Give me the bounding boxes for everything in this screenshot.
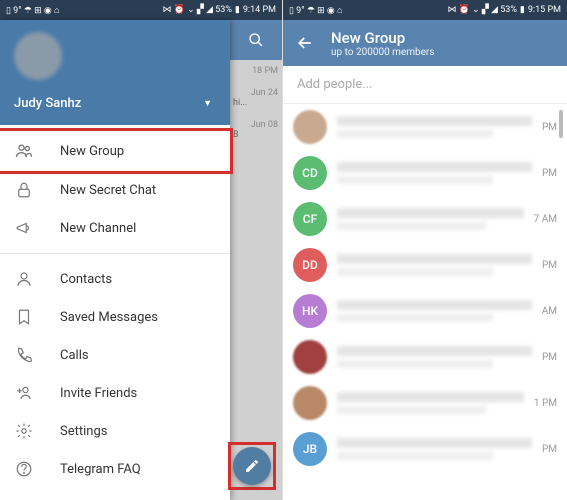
fab-highlight bbox=[228, 442, 276, 490]
megaphone-icon bbox=[14, 219, 34, 237]
contact-status-redacted bbox=[337, 452, 493, 460]
contact-row[interactable]: JB PM bbox=[283, 426, 567, 472]
add-person-icon bbox=[14, 384, 34, 402]
menu-contacts[interactable]: Contacts bbox=[0, 260, 230, 298]
contact-name-redacted bbox=[337, 116, 532, 126]
page-title: New Group bbox=[331, 29, 434, 47]
chat-preview[interactable]: Jun 24hi... bbox=[229, 82, 282, 114]
menu-label: Settings bbox=[60, 424, 107, 439]
contact-time: PM bbox=[542, 444, 557, 455]
right-screen: ▯ 9° ☂ ⊞ ◉ ⌂ ⋈ ⏰ ⌄ ▞ ◢ 53% ▮ 9:15 PM New… bbox=[283, 0, 567, 500]
contact-row[interactable]: PM bbox=[283, 334, 567, 380]
status-bar: ▯ 9° ☂ ⊞ ◉ ⌂ ⋈ ⏰ ⌄ ▞ ◢ 53% ▮ 9:14 PM bbox=[0, 0, 282, 20]
search-icon[interactable] bbox=[229, 20, 282, 60]
scrollbar[interactable] bbox=[559, 110, 563, 138]
contact-time: PM bbox=[542, 168, 557, 179]
lock-icon bbox=[14, 181, 34, 199]
contact-avatar-photo bbox=[293, 386, 327, 420]
contact-time: AM bbox=[542, 306, 557, 317]
contact-status-redacted bbox=[337, 360, 493, 368]
menu-new-group[interactable]: New Group bbox=[0, 128, 233, 174]
chat-preview[interactable]: 18 PM bbox=[229, 60, 282, 82]
add-people-input[interactable]: Add people... bbox=[283, 66, 567, 104]
contact-row[interactable]: DD PM bbox=[283, 242, 567, 288]
contact-time: PM bbox=[542, 260, 557, 271]
contact-time: PM bbox=[542, 352, 557, 363]
menu-label: Telegram FAQ bbox=[60, 462, 141, 477]
bookmark-icon bbox=[14, 308, 34, 326]
contact-name-redacted bbox=[337, 300, 532, 310]
contact-row[interactable]: PM bbox=[283, 104, 567, 150]
contact-time: PM bbox=[542, 122, 557, 133]
contact-avatar-initials: JB bbox=[293, 432, 327, 466]
contact-time: 1 PM bbox=[534, 398, 557, 409]
phone-icon bbox=[14, 346, 34, 364]
menu-label: Invite Friends bbox=[60, 386, 137, 401]
chat-preview[interactable]: Jun 08B bbox=[229, 114, 282, 146]
menu-saved-messages[interactable]: Saved Messages bbox=[0, 298, 230, 336]
menu-label: Calls bbox=[60, 348, 89, 363]
contact-status-redacted bbox=[337, 130, 493, 138]
compose-fab[interactable] bbox=[233, 447, 271, 485]
contact-avatar-photo bbox=[293, 340, 327, 374]
back-arrow-icon[interactable] bbox=[295, 33, 315, 53]
menu-invite-friends[interactable]: Invite Friends bbox=[0, 374, 230, 412]
drawer-menu: New Group New Secret Chat New Channel Co… bbox=[0, 125, 230, 494]
contacts-list[interactable]: PM CD PM CF 7 AM DD PM HK AM PM 1 PM JB PM bbox=[283, 104, 567, 500]
contact-row[interactable]: 1 PM bbox=[283, 380, 567, 426]
contact-status-redacted bbox=[337, 222, 486, 230]
user-avatar[interactable] bbox=[14, 32, 62, 80]
person-icon bbox=[14, 270, 34, 288]
help-icon bbox=[14, 460, 34, 478]
contact-status-redacted bbox=[337, 176, 493, 184]
menu-label: Contacts bbox=[60, 272, 112, 287]
menu-label: New Secret Chat bbox=[60, 183, 156, 198]
menu-telegram-faq[interactable]: Telegram FAQ bbox=[0, 450, 230, 488]
menu-label: New Channel bbox=[60, 221, 136, 236]
menu-label: New Group bbox=[60, 144, 124, 159]
menu-calls[interactable]: Calls bbox=[0, 336, 230, 374]
status-bar: ▯ 9° ☂ ⊞ ◉ ⌂ ⋈ ⏰ ⌄ ▞ ◢ 53% ▮ 9:15 PM bbox=[283, 0, 567, 20]
page-subtitle: up to 200000 members bbox=[331, 47, 434, 58]
contact-name-redacted bbox=[337, 162, 532, 172]
contact-name-redacted bbox=[337, 438, 532, 448]
drawer-header[interactable]: Judy Sanhz ▼ bbox=[0, 20, 230, 125]
menu-new-secret-chat[interactable]: New Secret Chat bbox=[0, 171, 230, 209]
gear-icon bbox=[14, 422, 34, 440]
menu-settings[interactable]: Settings bbox=[0, 412, 230, 450]
contact-name-redacted bbox=[337, 254, 532, 264]
contact-name-redacted bbox=[337, 346, 532, 356]
contact-time: 7 AM bbox=[534, 214, 557, 225]
group-icon bbox=[14, 141, 34, 161]
contact-avatar-initials: HK bbox=[293, 294, 327, 328]
contact-row[interactable]: CD PM bbox=[283, 150, 567, 196]
contact-status-redacted bbox=[337, 314, 493, 322]
menu-label: Saved Messages bbox=[60, 310, 158, 325]
contact-row[interactable]: CF 7 AM bbox=[283, 196, 567, 242]
contact-status-redacted bbox=[337, 268, 493, 276]
new-group-header: New Group up to 200000 members bbox=[283, 20, 567, 66]
contact-name-redacted bbox=[337, 392, 524, 402]
divider bbox=[0, 253, 230, 254]
contact-avatar-photo bbox=[293, 110, 327, 144]
left-screen: ▯ 9° ☂ ⊞ ◉ ⌂ ⋈ ⏰ ⌄ ▞ ◢ 53% ▮ 9:14 PM 18 … bbox=[0, 0, 283, 500]
pencil-icon bbox=[244, 458, 260, 474]
contact-avatar-initials: CF bbox=[293, 202, 327, 236]
menu-new-channel[interactable]: New Channel bbox=[0, 209, 230, 247]
chat-list-underlay: 18 PM Jun 24hi... Jun 08B bbox=[229, 20, 282, 500]
contact-avatar-initials: CD bbox=[293, 156, 327, 190]
contact-row[interactable]: HK AM bbox=[283, 288, 567, 334]
navigation-drawer: Judy Sanhz ▼ New Group New Secret Chat N… bbox=[0, 20, 230, 500]
contact-name-redacted bbox=[337, 208, 524, 218]
account-caret-icon[interactable]: ▼ bbox=[203, 98, 212, 109]
contact-status-redacted bbox=[337, 406, 486, 414]
contact-avatar-initials: DD bbox=[293, 248, 327, 282]
user-name: Judy Sanhz bbox=[14, 96, 81, 111]
